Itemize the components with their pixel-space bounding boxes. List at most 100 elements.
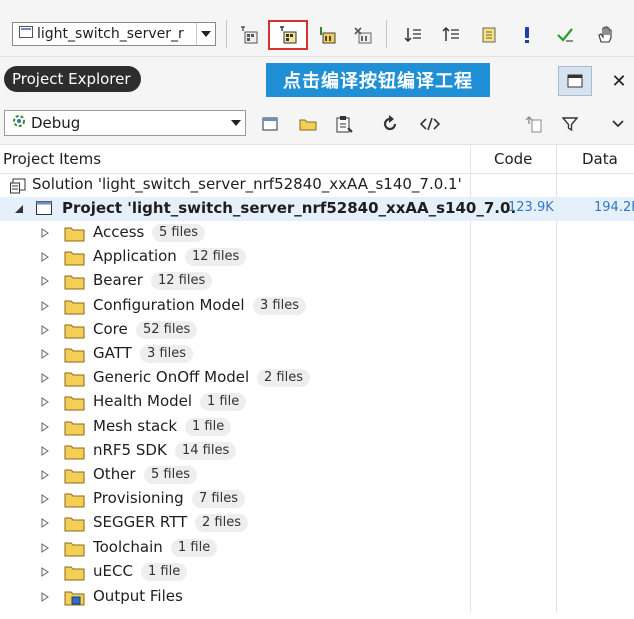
sort-ascending-icon[interactable] xyxy=(400,22,426,48)
window-toggle-icon[interactable] xyxy=(558,66,592,96)
column-header-code[interactable]: Code xyxy=(494,150,532,168)
folder-label: nRF5 SDK xyxy=(93,440,167,459)
exclamation-icon[interactable] xyxy=(514,22,540,48)
collapsed-triangle-icon[interactable] xyxy=(40,397,50,408)
folder-icon xyxy=(64,394,86,415)
folder-icon xyxy=(64,322,86,343)
tree-row-folder[interactable]: Core 52 files xyxy=(0,318,634,342)
tree-row-folder[interactable]: Configuration Model 3 files xyxy=(0,294,634,318)
file-count-badge: 7 files xyxy=(192,490,245,509)
file-count-badge: 3 files xyxy=(253,296,306,315)
folder-label: Toolchain xyxy=(93,537,163,556)
collapsed-triangle-icon[interactable] xyxy=(40,470,50,480)
tree-row-folder[interactable]: GATT 3 files xyxy=(0,342,634,366)
file-count-badge: 5 files xyxy=(144,466,197,484)
properties-icon[interactable] xyxy=(332,112,356,136)
project-icon xyxy=(19,26,33,42)
explorer-header: Project Explorer 点击编译按钮编译工程 ✕ xyxy=(0,57,634,102)
tree-row-folder[interactable]: Provisioning 7 files xyxy=(0,487,634,511)
file-count-badge: 52 files xyxy=(136,320,198,339)
folder-icon xyxy=(64,467,86,488)
tree-row-folder[interactable]: Toolchain 1 file xyxy=(0,536,634,560)
folder-icon xyxy=(64,346,86,367)
tree-row-folder[interactable]: Bearer 12 files xyxy=(0,269,634,293)
tree-row-folder[interactable]: Mesh stack 1 file xyxy=(0,415,634,439)
folder-label: uECC xyxy=(93,561,133,580)
build-config-icon[interactable] xyxy=(314,22,340,48)
folder-icon xyxy=(64,491,86,512)
main-toolbar: light_switch_server_r xyxy=(0,0,634,57)
compile-icon[interactable] xyxy=(268,20,308,50)
folder-icon xyxy=(64,273,86,294)
folder-label: Bearer xyxy=(93,271,143,290)
new-file-icon[interactable] xyxy=(258,112,282,136)
collapsed-triangle-icon[interactable] xyxy=(40,518,50,529)
collapsed-triangle-icon[interactable] xyxy=(40,324,50,335)
collapsed-triangle-icon[interactable] xyxy=(40,373,50,384)
expanded-triangle-icon[interactable] xyxy=(14,204,24,214)
hand-icon[interactable] xyxy=(592,22,618,48)
file-count-badge: 2 files xyxy=(257,369,310,388)
column-header-data[interactable]: Data xyxy=(582,150,618,168)
chevron-down-icon[interactable] xyxy=(606,112,630,136)
collapsed-triangle-icon[interactable] xyxy=(40,252,50,263)
chevron-down-icon[interactable] xyxy=(196,23,215,45)
filter-icon[interactable] xyxy=(558,112,582,136)
collapsed-triangle-icon[interactable] xyxy=(40,494,50,505)
gear-icon xyxy=(11,113,27,133)
collapsed-triangle-icon[interactable] xyxy=(40,300,50,311)
collapsed-triangle-icon[interactable] xyxy=(40,566,50,577)
notes-icon[interactable] xyxy=(476,22,502,48)
folder-label: Mesh stack xyxy=(93,416,178,435)
folder-icon[interactable] xyxy=(296,112,320,136)
folder-icon xyxy=(64,419,86,440)
tree-row-folder[interactable]: Access 5 files xyxy=(0,221,634,245)
code-view-icon[interactable] xyxy=(418,112,442,136)
explorer-toolbar: Debug xyxy=(0,102,634,145)
file-count-badge: 12 files xyxy=(185,248,247,267)
build-configuration-select[interactable]: Debug xyxy=(4,110,246,136)
toolbar-separator xyxy=(386,20,387,48)
collapsed-triangle-icon[interactable] xyxy=(40,276,50,287)
file-count-badge: 12 files xyxy=(151,272,213,291)
tree-row-folder[interactable]: SEGGER RTT 2 files xyxy=(0,511,634,535)
clean-icon[interactable] xyxy=(350,22,376,48)
project-data-size: 194.2K xyxy=(594,200,634,215)
tree-row-folder[interactable]: Other 5 files xyxy=(0,463,634,487)
active-project-select[interactable]: light_switch_server_r xyxy=(12,22,216,46)
chevron-down-icon[interactable] xyxy=(227,120,245,126)
folder-label: GATT xyxy=(93,344,132,362)
file-count-badge: 5 files xyxy=(152,224,205,242)
tree-row-folder[interactable]: uECC 1 file xyxy=(0,560,634,584)
project-explorer-tab[interactable]: Project Explorer xyxy=(4,66,141,92)
build-icon[interactable] xyxy=(236,22,262,48)
folder-icon xyxy=(64,540,86,561)
close-icon[interactable]: ✕ xyxy=(602,66,634,96)
checkmark-icon[interactable] xyxy=(552,22,578,48)
collapsed-triangle-icon[interactable] xyxy=(40,349,50,359)
folder-label: SEGGER RTT xyxy=(93,513,188,532)
tree-row-project[interactable]: Project 'light_switch_server_nrf52840_xx… xyxy=(0,197,634,221)
collapsed-triangle-icon[interactable] xyxy=(40,445,50,456)
tree-row-folder[interactable]: Application 12 files xyxy=(0,245,634,269)
collapse-icon[interactable] xyxy=(522,112,546,136)
collapsed-triangle-icon[interactable] xyxy=(40,228,50,238)
column-header-items[interactable]: Project Items xyxy=(3,150,101,168)
file-count-badge: 3 files xyxy=(140,345,193,363)
file-count-badge: 1 file xyxy=(171,538,218,557)
refresh-icon[interactable] xyxy=(378,112,402,136)
sort-descending-icon[interactable] xyxy=(438,22,464,48)
project-icon xyxy=(36,201,52,219)
active-project-label: light_switch_server_r xyxy=(37,26,184,42)
tree-row-folder[interactable]: nRF5 SDK 14 files xyxy=(0,439,634,463)
collapsed-triangle-icon[interactable] xyxy=(40,421,50,432)
tree-row-solution[interactable]: Solution 'light_switch_server_nrf52840_x… xyxy=(0,173,634,197)
tree-row-folder[interactable]: Health Model 1 file xyxy=(0,390,634,414)
collapsed-triangle-icon[interactable] xyxy=(40,592,50,602)
tree-row-output-files[interactable]: Output Files xyxy=(0,585,634,609)
solution-icon xyxy=(10,178,26,198)
project-label: Project 'light_switch_server_nrf52840_xx… xyxy=(62,199,517,217)
tree-row-folder[interactable]: Generic OnOff Model 2 files xyxy=(0,366,634,390)
solution-label: Solution 'light_switch_server_nrf52840_x… xyxy=(32,175,462,193)
collapsed-triangle-icon[interactable] xyxy=(40,542,50,553)
